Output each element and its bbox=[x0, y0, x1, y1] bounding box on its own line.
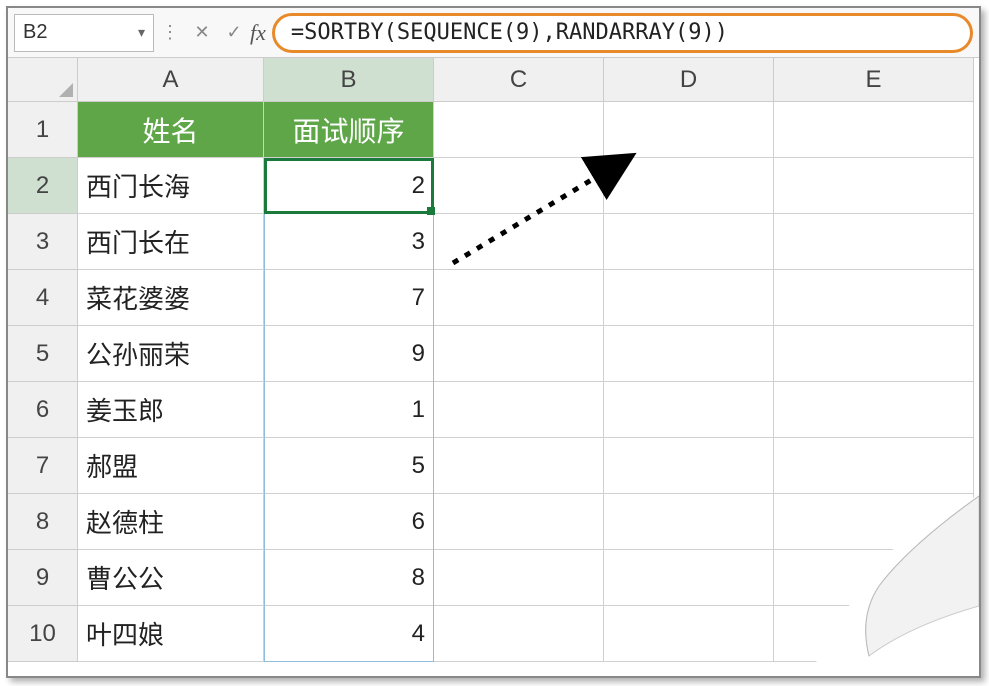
col-header-C[interactable]: C bbox=[434, 58, 604, 102]
cell-name[interactable]: 郝盟 bbox=[78, 438, 264, 494]
table-row: 姓名 面试顺序 bbox=[78, 102, 974, 158]
table-row: 姜玉郎 1 bbox=[78, 382, 974, 438]
cell-name[interactable]: 曹公公 bbox=[78, 550, 264, 606]
cell-order[interactable]: 4 bbox=[264, 606, 434, 662]
cell[interactable] bbox=[434, 550, 604, 606]
cell[interactable] bbox=[774, 102, 974, 158]
cell[interactable] bbox=[434, 214, 604, 270]
table-row: 郝盟 5 bbox=[78, 438, 974, 494]
enter-icon[interactable]: ✓ bbox=[218, 14, 250, 52]
cell[interactable] bbox=[774, 270, 974, 326]
cell-order[interactable]: 2 bbox=[264, 158, 434, 214]
cell[interactable] bbox=[774, 494, 974, 550]
row-header-2[interactable]: 2 bbox=[8, 158, 78, 214]
formula-separator-icon: ⋮ bbox=[154, 14, 186, 52]
excel-window: B2 ▾ ⋮ ✕ ✓ fx =SORTBY(SEQUENCE(9),RANDAR… bbox=[6, 6, 981, 678]
cell-order[interactable]: 1 bbox=[264, 382, 434, 438]
cell[interactable] bbox=[434, 158, 604, 214]
cell[interactable] bbox=[604, 102, 774, 158]
cell-name[interactable]: 叶四娘 bbox=[78, 606, 264, 662]
row-header-1[interactable]: 1 bbox=[8, 102, 78, 158]
cells-container: 姓名 面试顺序 西门长海 2 西门长在 3 bbox=[78, 102, 974, 662]
col-header-B[interactable]: B bbox=[264, 58, 434, 102]
name-box-value: B2 bbox=[23, 21, 138, 44]
cell[interactable] bbox=[774, 438, 974, 494]
cancel-icon[interactable]: ✕ bbox=[186, 14, 218, 52]
column-headers: A B C D E bbox=[78, 58, 974, 102]
cell[interactable] bbox=[604, 214, 774, 270]
cell-name[interactable]: 赵德柱 bbox=[78, 494, 264, 550]
cell[interactable] bbox=[604, 550, 774, 606]
col-header-E[interactable]: E bbox=[774, 58, 974, 102]
cell-order[interactable]: 8 bbox=[264, 550, 434, 606]
cell-name[interactable]: 菜花婆婆 bbox=[78, 270, 264, 326]
row-header-8[interactable]: 8 bbox=[8, 494, 78, 550]
cell[interactable] bbox=[434, 606, 604, 662]
select-all-button[interactable] bbox=[8, 58, 78, 102]
cell-name[interactable]: 西门长在 bbox=[78, 214, 264, 270]
col-header-D[interactable]: D bbox=[604, 58, 774, 102]
formula-input[interactable]: =SORTBY(SEQUENCE(9),RANDARRAY(9)) bbox=[272, 13, 973, 53]
row-header-3[interactable]: 3 bbox=[8, 214, 78, 270]
cell-name[interactable]: 姜玉郎 bbox=[78, 382, 264, 438]
table-row: 叶四娘 4 bbox=[78, 606, 974, 662]
cell[interactable] bbox=[604, 326, 774, 382]
cell[interactable] bbox=[604, 270, 774, 326]
cell[interactable] bbox=[604, 158, 774, 214]
table-row: 西门长海 2 bbox=[78, 158, 974, 214]
cell[interactable] bbox=[434, 382, 604, 438]
table-row: 西门长在 3 bbox=[78, 214, 974, 270]
name-box[interactable]: B2 ▾ bbox=[14, 14, 154, 52]
row-header-10[interactable]: 10 bbox=[8, 606, 78, 662]
cell[interactable] bbox=[774, 382, 974, 438]
row-header-4[interactable]: 4 bbox=[8, 270, 78, 326]
row-header-6[interactable]: 6 bbox=[8, 382, 78, 438]
cell[interactable] bbox=[774, 214, 974, 270]
cell[interactable] bbox=[774, 550, 974, 606]
cell[interactable] bbox=[774, 158, 974, 214]
row-header-7[interactable]: 7 bbox=[8, 438, 78, 494]
cell[interactable] bbox=[434, 438, 604, 494]
row-headers: 1 2 3 4 5 6 7 8 9 10 bbox=[8, 102, 78, 662]
cell-order[interactable]: 6 bbox=[264, 494, 434, 550]
chevron-down-icon: ▾ bbox=[138, 24, 145, 41]
cell-name[interactable]: 公孙丽荣 bbox=[78, 326, 264, 382]
cell-order[interactable]: 9 bbox=[264, 326, 434, 382]
table-row: 公孙丽荣 9 bbox=[78, 326, 974, 382]
cell-order[interactable]: 7 bbox=[264, 270, 434, 326]
cell[interactable] bbox=[434, 494, 604, 550]
table-header-name[interactable]: 姓名 bbox=[78, 102, 264, 158]
row-header-5[interactable]: 5 bbox=[8, 326, 78, 382]
cell[interactable] bbox=[604, 438, 774, 494]
formula-text: =SORTBY(SEQUENCE(9),RANDARRAY(9)) bbox=[291, 20, 728, 45]
table-row: 菜花婆婆 7 bbox=[78, 270, 974, 326]
cell-order[interactable]: 5 bbox=[264, 438, 434, 494]
cell-name[interactable]: 西门长海 bbox=[78, 158, 264, 214]
table-header-order[interactable]: 面试顺序 bbox=[264, 102, 434, 158]
cell[interactable] bbox=[434, 270, 604, 326]
formula-bar: B2 ▾ ⋮ ✕ ✓ fx =SORTBY(SEQUENCE(9),RANDAR… bbox=[8, 8, 979, 58]
row-header-9[interactable]: 9 bbox=[8, 550, 78, 606]
cell[interactable] bbox=[434, 326, 604, 382]
col-header-A[interactable]: A bbox=[78, 58, 264, 102]
table-row: 赵德柱 6 bbox=[78, 494, 974, 550]
cell[interactable] bbox=[604, 382, 774, 438]
cell[interactable] bbox=[774, 606, 974, 662]
cell[interactable] bbox=[434, 102, 604, 158]
cell[interactable] bbox=[604, 494, 774, 550]
cell[interactable] bbox=[774, 326, 974, 382]
cell-order[interactable]: 3 bbox=[264, 214, 434, 270]
cell[interactable] bbox=[604, 606, 774, 662]
fx-icon[interactable]: fx bbox=[250, 20, 266, 46]
table-row: 曹公公 8 bbox=[78, 550, 974, 606]
